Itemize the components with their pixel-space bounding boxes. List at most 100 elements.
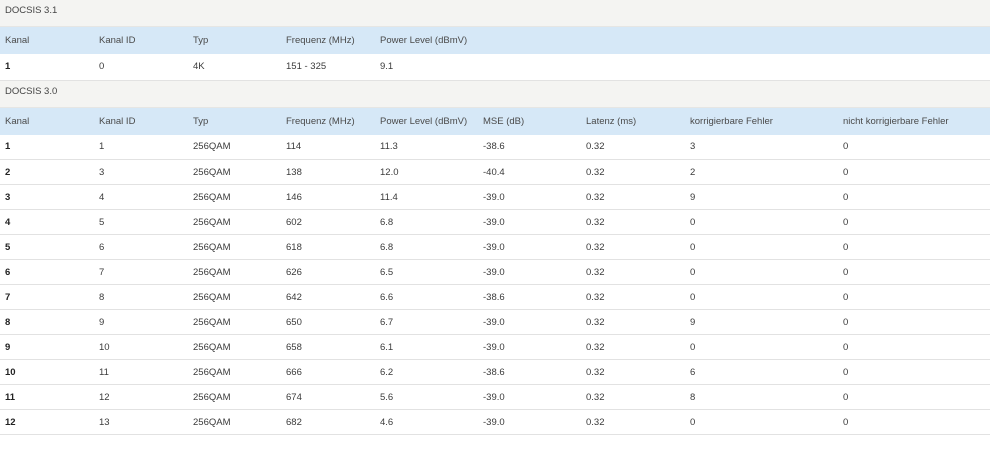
cell-kanal: 10: [0, 359, 94, 385]
cell-kanal: 8: [0, 309, 94, 335]
table-row: 9 10 256QAM 658 6.1 -39.0 0.32 0 0: [0, 334, 990, 360]
col-header-frequenz: Frequenz (MHz): [286, 115, 355, 127]
cell-kanal-id: 0: [94, 54, 188, 81]
cell-kanal: 9: [0, 334, 94, 360]
docsis31-table: Kanal Kanal ID Typ Frequenz (MHz) Power …: [0, 27, 990, 81]
cell-nicht-korrigierbare-fehler: 0: [838, 334, 990, 360]
cell-latenz: 0.32: [581, 384, 685, 410]
cell-korrigierbare-fehler: 0: [685, 409, 838, 435]
cell-power-level: 5.6: [375, 384, 478, 410]
col-header-power-level: Power Level (dBmV): [380, 35, 468, 46]
cell-kanal-id: 9: [94, 309, 188, 335]
table-row: 10 11 256QAM 666 6.2 -38.6 0.32 6 0: [0, 359, 990, 385]
cell-korrigierbare-fehler: 9: [685, 184, 838, 210]
cell-latenz: 0.32: [581, 409, 685, 435]
cell-mse: -39.0: [478, 309, 581, 335]
cell-nicht-korrigierbare-fehler: 0: [838, 159, 990, 185]
cell-kanal-id: 6: [94, 234, 188, 260]
col-header-nicht-korrigierbare-fehler: nicht korrigierbare Fehler: [843, 115, 949, 127]
cell-mse: -39.0: [478, 209, 581, 235]
cell-empty: [478, 54, 581, 81]
cell-mse: -40.4: [478, 159, 581, 185]
col-header-latenz: Latenz (ms): [586, 115, 637, 127]
cell-empty: [581, 54, 685, 81]
table-row: 3 4 256QAM 146 11.4 -39.0 0.32 9 0: [0, 184, 990, 210]
cell-frequenz: 602: [281, 209, 375, 235]
cell-frequenz: 642: [281, 284, 375, 310]
cell-power-level: 12.0: [375, 159, 478, 185]
col-header-typ: Typ: [193, 35, 209, 46]
docsis31-section-title: DOCSIS 3.1: [0, 0, 990, 27]
col-header-mse: MSE (dB): [483, 115, 525, 127]
cell-kanal: 1: [0, 134, 94, 160]
cell-latenz: 0.32: [581, 334, 685, 360]
cell-kanal-id: 5: [94, 209, 188, 235]
cell-nicht-korrigierbare-fehler: 0: [838, 359, 990, 385]
col-header-kanal: Kanal: [5, 35, 30, 46]
cell-power-level: 11.4: [375, 184, 478, 210]
cell-power-level: 6.2: [375, 359, 478, 385]
cell-kanal-id: 8: [94, 284, 188, 310]
cell-mse: -39.0: [478, 384, 581, 410]
col-header-kanal: Kanal: [5, 115, 30, 127]
cell-mse: -38.6: [478, 359, 581, 385]
cell-kanal: 5: [0, 234, 94, 260]
cell-kanal: 2: [0, 159, 94, 185]
table-row: 7 8 256QAM 642 6.6 -38.6 0.32 0 0: [0, 284, 990, 310]
cell-latenz: 0.32: [581, 134, 685, 160]
cell-kanal-id: 10: [94, 334, 188, 360]
cell-korrigierbare-fehler: 2: [685, 159, 838, 185]
cell-latenz: 0.32: [581, 359, 685, 385]
cell-frequenz: 114: [281, 134, 375, 160]
cell-mse: -39.0: [478, 259, 581, 285]
cell-frequenz: 146: [281, 184, 375, 210]
cell-kanal: 6: [0, 259, 94, 285]
cell-latenz: 0.32: [581, 284, 685, 310]
cell-typ: 256QAM: [188, 409, 281, 435]
cell-typ: 256QAM: [188, 359, 281, 385]
cell-korrigierbare-fehler: 9: [685, 309, 838, 335]
cell-kanal: 7: [0, 284, 94, 310]
cell-kanal: 4: [0, 209, 94, 235]
cell-power-level: 6.7: [375, 309, 478, 335]
cell-kanal-id: 4: [94, 184, 188, 210]
cell-typ: 256QAM: [188, 134, 281, 160]
docsis30-table: Kanal Kanal ID Typ Frequenz (MHz) Power …: [0, 107, 990, 435]
docsis30-section-title: DOCSIS 3.0: [0, 80, 990, 108]
cell-nicht-korrigierbare-fehler: 0: [838, 409, 990, 435]
cell-mse: -39.0: [478, 409, 581, 435]
cell-kanal-id: 7: [94, 259, 188, 285]
cell-frequenz: 618: [281, 234, 375, 260]
cell-power-level: 6.6: [375, 284, 478, 310]
cell-korrigierbare-fehler: 6: [685, 359, 838, 385]
cell-empty: [685, 54, 838, 81]
col-header-frequenz: Frequenz (MHz): [286, 35, 355, 46]
docsis31-header-row: Kanal Kanal ID Typ Frequenz (MHz) Power …: [0, 27, 990, 54]
cell-nicht-korrigierbare-fehler: 0: [838, 309, 990, 335]
cell-kanal: 1: [0, 54, 94, 81]
cell-power-level: 4.6: [375, 409, 478, 435]
cell-latenz: 0.32: [581, 309, 685, 335]
cell-kanal-id: 13: [94, 409, 188, 435]
cell-typ: 256QAM: [188, 309, 281, 335]
cell-kanal: 3: [0, 184, 94, 210]
docsis30-table-body: 1 1 256QAM 114 11.3 -38.6 0.32 3 0 2 3 256QAM 138 12.…: [0, 134, 990, 435]
cell-latenz: 0.32: [581, 159, 685, 185]
cell-typ: 4K: [188, 54, 281, 81]
cell-kanal-id: 12: [94, 384, 188, 410]
cell-frequenz: 650: [281, 309, 375, 335]
cell-korrigierbare-fehler: 8: [685, 384, 838, 410]
cell-mse: -38.6: [478, 134, 581, 160]
cell-typ: 256QAM: [188, 384, 281, 410]
cell-empty: [838, 54, 990, 81]
cell-frequenz: 682: [281, 409, 375, 435]
col-header-kanal-id: Kanal ID: [99, 35, 136, 46]
cell-typ: 256QAM: [188, 159, 281, 185]
table-row: 12 13 256QAM 682 4.6 -39.0 0.32 0 0: [0, 409, 990, 435]
table-row: 2 3 256QAM 138 12.0 -40.4 0.32 2 0: [0, 159, 990, 185]
cell-frequenz: 666: [281, 359, 375, 385]
cell-typ: 256QAM: [188, 259, 281, 285]
cell-nicht-korrigierbare-fehler: 0: [838, 134, 990, 160]
col-header-empty: [838, 27, 990, 54]
cell-power-level: 6.5: [375, 259, 478, 285]
